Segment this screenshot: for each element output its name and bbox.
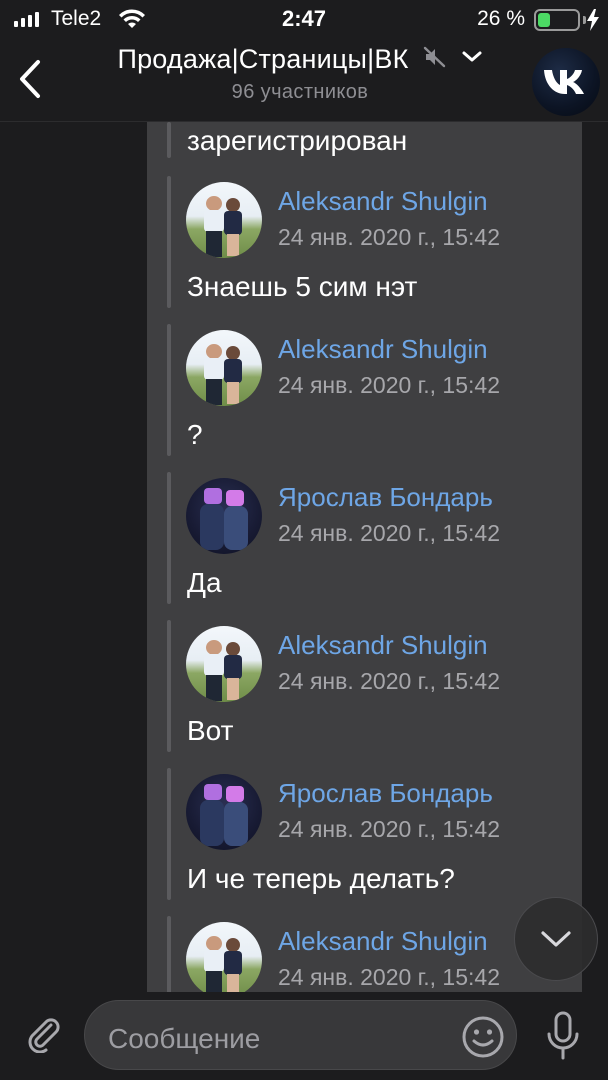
quote-bar bbox=[167, 768, 171, 900]
author-name[interactable]: Ярослав Бондарь bbox=[278, 778, 493, 809]
member-count: 96 участников bbox=[231, 81, 369, 103]
quote-bar bbox=[167, 620, 171, 752]
message-date: 24 янв. 2020 г., 15:42 bbox=[278, 520, 500, 546]
scroll-down-chevron-icon bbox=[541, 931, 571, 947]
message-item[interactable]: Aleksandr Shulgin 24 янв. 2020 г., 15:42… bbox=[147, 614, 582, 762]
message-date: 24 янв. 2020 г., 15:42 bbox=[278, 224, 500, 250]
message-text: Знаешь 5 сим нэт bbox=[187, 271, 418, 302]
message-date: 24 янв. 2020 г., 15:42 bbox=[278, 372, 500, 398]
author-avatar[interactable] bbox=[186, 774, 262, 850]
chat-title-area[interactable]: Продажа|Страницы|ВК 96 участников bbox=[60, 44, 540, 104]
message-text: ? bbox=[187, 419, 203, 450]
author-avatar[interactable] bbox=[186, 330, 262, 406]
message-text: И че теперь делать? bbox=[187, 863, 455, 894]
back-chevron-icon bbox=[20, 60, 40, 98]
battery-percent: 26 % bbox=[477, 7, 525, 30]
message-text-partial: зарегистрирован bbox=[187, 125, 408, 156]
chevron-down-icon[interactable] bbox=[461, 50, 483, 69]
author-avatar[interactable] bbox=[186, 182, 262, 258]
quote-bar bbox=[167, 122, 171, 158]
microphone-icon bbox=[547, 1011, 579, 1060]
battery-level-fill bbox=[538, 13, 550, 27]
message-text: Да bbox=[187, 567, 222, 598]
message-item[interactable]: Aleksandr Shulgin 24 янв. 2020 г., 15:42… bbox=[147, 318, 582, 466]
muted-speaker-icon bbox=[423, 45, 447, 74]
author-avatar[interactable] bbox=[186, 478, 262, 554]
quote-bar bbox=[167, 916, 171, 992]
author-name[interactable]: Aleksandr Shulgin bbox=[278, 630, 488, 661]
back-button[interactable] bbox=[12, 56, 48, 102]
author-avatar[interactable] bbox=[186, 626, 262, 702]
quote-bar bbox=[167, 324, 171, 456]
vk-logo-icon bbox=[544, 70, 584, 94]
battery-icon bbox=[534, 9, 580, 31]
emoji-button[interactable] bbox=[460, 1014, 506, 1060]
message-date: 24 янв. 2020 г., 15:42 bbox=[278, 816, 500, 842]
emoji-icon bbox=[462, 1016, 504, 1058]
attach-button[interactable] bbox=[20, 1010, 66, 1056]
message-input-placeholder: Сообщение bbox=[108, 1023, 261, 1054]
author-name[interactable]: Aleksandr Shulgin bbox=[278, 334, 488, 365]
message-item[interactable]: Ярослав Бондарь 24 янв. 2020 г., 15:42 И… bbox=[147, 762, 582, 910]
status-bar: Tele2 2:47 26 % bbox=[0, 0, 608, 40]
message-item[interactable]: Aleksandr Shulgin 24 янв. 2020 г., 15:42… bbox=[147, 170, 582, 318]
message-input[interactable]: Сообщение bbox=[84, 1000, 517, 1070]
author-name[interactable]: Aleksandr Shulgin bbox=[278, 186, 488, 217]
message-composer: Сообщение bbox=[0, 992, 608, 1080]
forwarded-messages-panel: зарегистрирован Aleksandr Shulgin 24 янв… bbox=[147, 122, 582, 992]
author-name[interactable]: Ярослав Бондарь bbox=[278, 482, 493, 513]
quote-bar bbox=[167, 472, 171, 604]
message-text: Вот bbox=[187, 715, 234, 746]
microphone-button[interactable] bbox=[540, 1008, 586, 1064]
chat-screen: Tele2 2:47 26 % Продажа|Страницы|ВК 96 у… bbox=[0, 0, 608, 1080]
message-item[interactable]: Ярослав Бондарь 24 янв. 2020 г., 15:42 Д… bbox=[147, 466, 582, 614]
scroll-down-button[interactable] bbox=[514, 897, 598, 981]
charging-bolt-icon bbox=[586, 9, 600, 36]
paperclip-icon bbox=[28, 1018, 60, 1053]
message-date: 24 янв. 2020 г., 15:42 bbox=[278, 668, 500, 694]
author-avatar[interactable] bbox=[186, 922, 262, 992]
message-date: 24 янв. 2020 г., 15:42 bbox=[278, 964, 500, 990]
chat-header: Продажа|Страницы|ВК 96 участников bbox=[0, 40, 608, 122]
left-margin bbox=[0, 122, 147, 992]
author-name[interactable]: Aleksandr Shulgin bbox=[278, 926, 488, 957]
chat-avatar[interactable] bbox=[532, 48, 600, 116]
quote-bar bbox=[167, 176, 171, 308]
chat-title: Продажа|Страницы|ВК bbox=[117, 44, 409, 74]
